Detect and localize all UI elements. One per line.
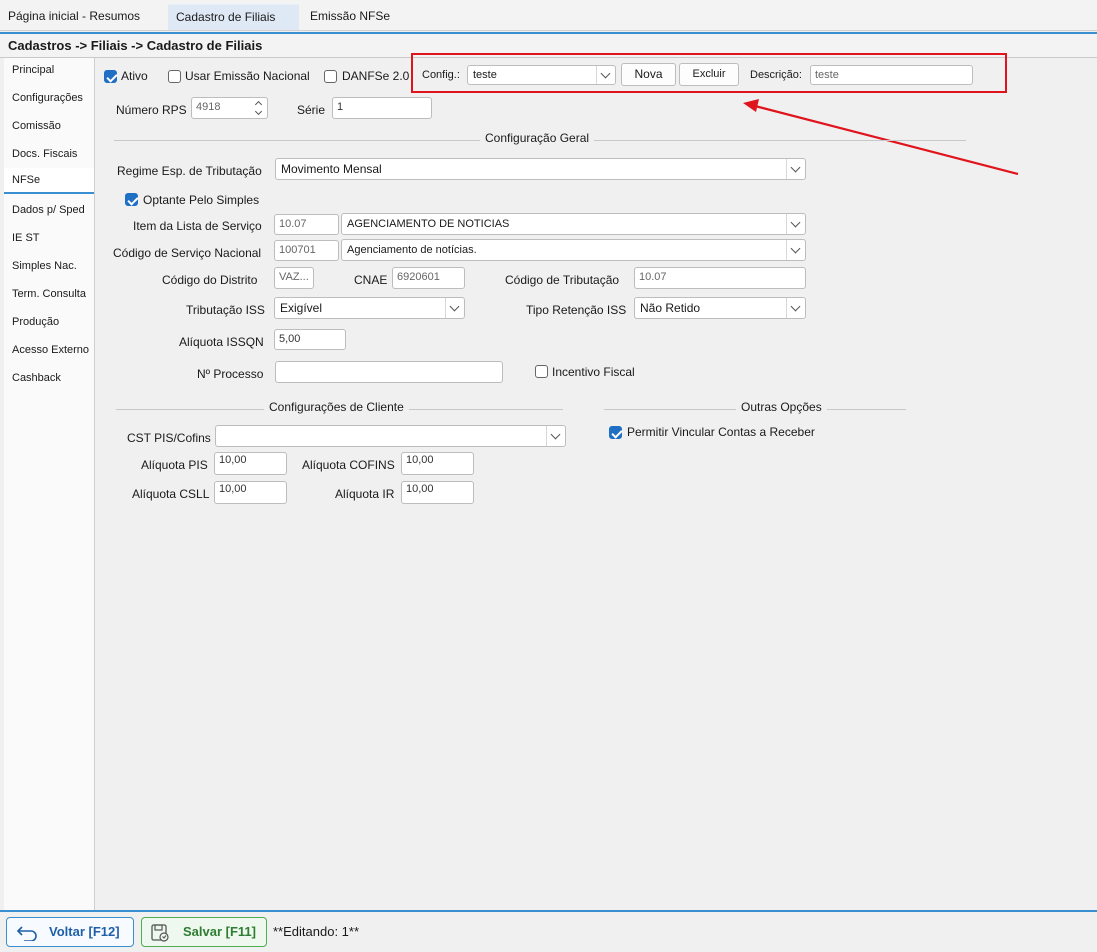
aliq-issqn-input[interactable]: 5,00 — [274, 329, 346, 350]
cnae-input[interactable]: 6920601 — [392, 267, 465, 289]
incentivo-fiscal-checkbox[interactable] — [535, 365, 548, 378]
chevron-down-icon — [790, 301, 801, 312]
numero-rps-value: 4918 — [196, 101, 221, 113]
cod-nacional-select-value: Agenciamento de notícias. — [347, 244, 477, 256]
trib-iss-select-value: Exigível — [280, 301, 323, 315]
sidebar-item-simples-nac[interactable]: Simples Nac. — [4, 254, 94, 280]
arrow-head — [743, 99, 759, 112]
back-arrow-icon — [16, 926, 37, 941]
config-cliente-title: Configurações de Cliente — [264, 400, 409, 414]
sidebar-item-nfse[interactable]: NFSe — [4, 168, 94, 194]
salvar-button[interactable]: Salvar [F11] — [141, 917, 267, 947]
chevron-down-icon — [550, 429, 561, 440]
ativo-label: Ativo — [121, 69, 148, 83]
sidebar-item-comissao[interactable]: Comissão — [4, 114, 94, 140]
regime-select-value: Movimento Mensal — [281, 162, 382, 176]
cst-label: CST PIS/Cofins — [127, 431, 211, 445]
sidebar-item-producao[interactable]: Produção — [4, 310, 94, 336]
ativo-checkbox[interactable] — [104, 70, 117, 83]
sidebar-item-docs-fiscais[interactable]: Docs. Fiscais — [4, 142, 94, 168]
outras-opcoes-title: Outras Opções — [736, 400, 827, 414]
cod-nacional-select[interactable]: Agenciamento de notícias. — [341, 239, 806, 261]
config-geral-title: Configuração Geral — [480, 131, 595, 145]
emissao-nacional-label: Usar Emissão Nacional — [185, 69, 310, 83]
aliq-cofins-input[interactable]: 10,00 — [401, 452, 474, 475]
numero-rps-label: Número RPS — [116, 103, 187, 117]
numero-rps-spinner-icon[interactable] — [254, 99, 265, 117]
incentivo-fiscal-label: Incentivo Fiscal — [552, 365, 635, 379]
regime-label: Regime Esp. de Tributação — [117, 164, 262, 178]
sidebar-item-principal[interactable]: Principal — [4, 58, 94, 84]
item-lista-label: Item da Lista de Serviço — [133, 219, 262, 233]
item-lista-code-input[interactable]: 10.07 — [274, 214, 339, 235]
cod-distrito-input[interactable]: VAZ... — [274, 267, 314, 289]
save-disk-icon — [151, 924, 169, 942]
cod-nacional-label: Código de Serviço Nacional — [113, 246, 262, 260]
regime-select[interactable]: Movimento Mensal — [275, 158, 806, 180]
aliq-pis-input[interactable]: 10,00 — [214, 452, 287, 475]
sidebar-item-ie-st[interactable]: IE ST — [4, 226, 94, 252]
cod-nacional-code-input[interactable]: 100701 — [274, 240, 339, 261]
sidebar-item-dados-sped[interactable]: Dados p/ Sped — [4, 198, 94, 224]
chevron-down-icon — [790, 162, 801, 173]
sidebar: Principal Configurações Comissão Docs. F… — [4, 58, 95, 910]
danfse-checkbox[interactable] — [324, 70, 337, 83]
tipo-retencao-label: Tipo Retenção ISS — [526, 303, 627, 317]
cnae-label: CNAE — [354, 273, 388, 287]
trib-iss-label: Tributação ISS — [186, 303, 265, 317]
item-lista-select[interactable]: AGENCIAMENTO DE NOTICIAS — [341, 213, 806, 235]
voltar-label: Voltar [F12] — [49, 924, 120, 939]
sidebar-item-term-consulta[interactable]: Term. Consulta — [4, 282, 94, 308]
trib-iss-select[interactable]: Exigível — [274, 297, 465, 319]
danfse-label: DANFSe 2.0 — [342, 69, 410, 83]
emissao-nacional-checkbox[interactable] — [168, 70, 181, 83]
item-lista-select-value: AGENCIAMENTO DE NOTICIAS — [347, 218, 510, 230]
status-text: **Editando: 1** — [273, 924, 360, 939]
num-processo-input[interactable] — [275, 361, 503, 383]
serie-input[interactable]: 1 — [332, 97, 432, 119]
tab-emissao-nfse[interactable]: Emissão NFSe — [302, 4, 398, 30]
sidebar-item-cashback[interactable]: Cashback — [4, 366, 94, 392]
aliq-issqn-label: Alíquota ISSQN — [179, 335, 264, 349]
num-processo-label: Nº Processo — [197, 367, 264, 381]
aliq-cofins-label: Alíquota COFINS — [302, 458, 395, 472]
aliq-ir-input[interactable]: 10,00 — [401, 481, 474, 504]
chevron-down-icon — [790, 243, 801, 254]
cod-tributacao-label: Código de Tributação — [505, 273, 620, 287]
tab-bar: Página inicial - Resumos Cadastro de Fil… — [0, 0, 1097, 31]
sidebar-item-acesso-externo[interactable]: Acesso Externo — [4, 338, 94, 364]
cod-distrito-label: Código do Distrito — [162, 273, 258, 287]
tipo-retencao-select-value: Não Retido — [640, 301, 701, 315]
footer-bar: Voltar [F12] Salvar [F11] **Editando: 1*… — [0, 910, 1097, 952]
permitir-vincular-label: Permitir Vincular Contas a Receber — [627, 425, 815, 439]
optante-checkbox[interactable] — [125, 193, 138, 206]
serie-label: Série — [297, 103, 326, 117]
cst-select[interactable] — [215, 425, 566, 447]
annotation-highlight-box — [411, 53, 1007, 93]
permitir-vincular-checkbox[interactable] — [609, 426, 622, 439]
sidebar-item-configuracoes[interactable]: Configurações — [4, 86, 94, 112]
chevron-down-icon — [790, 217, 801, 228]
cod-tributacao-input[interactable]: 10.07 — [634, 267, 806, 289]
tipo-retencao-select[interactable]: Não Retido — [634, 297, 806, 319]
tab-cadastro-filiais[interactable]: Cadastro de Filiais — [168, 4, 299, 30]
optante-label: Optante Pelo Simples — [143, 193, 260, 207]
aliq-pis-label: Alíquota PIS — [141, 458, 208, 472]
salvar-label: Salvar [F11] — [183, 924, 256, 939]
voltar-button[interactable]: Voltar [F12] — [6, 917, 134, 947]
aliq-ir-label: Alíquota IR — [335, 487, 395, 501]
numero-rps-input[interactable]: 4918 — [191, 97, 268, 119]
aliq-csll-label: Alíquota CSLL — [132, 487, 210, 501]
aliq-csll-input[interactable]: 10,00 — [214, 481, 287, 504]
tab-pagina-inicial[interactable]: Página inicial - Resumos — [0, 4, 148, 30]
chevron-down-icon — [449, 301, 460, 312]
